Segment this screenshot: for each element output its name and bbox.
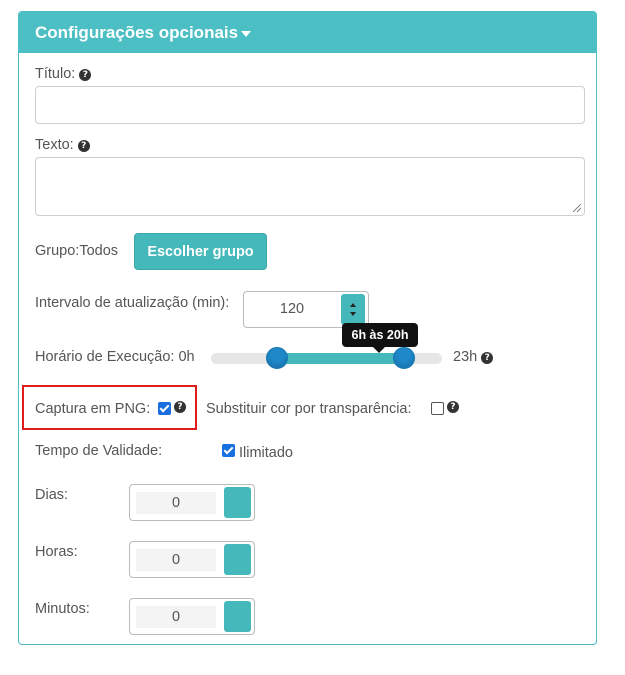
choose-group-button[interactable]: Escolher grupo [134, 233, 267, 270]
text-textarea[interactable] [35, 157, 585, 216]
help-icon[interactable]: ? [447, 401, 459, 413]
help-icon[interactable]: ? [79, 69, 92, 81]
days-label: Dias: [35, 487, 69, 503]
update-interval-value: 120 [279, 301, 305, 317]
update-interval-label: Intervalo de atualização (min): [35, 295, 230, 311]
caret-down-icon [241, 30, 252, 37]
decrement-icon[interactable] [350, 312, 356, 316]
panel-title: Configurações opcionais [35, 22, 239, 42]
help-icon[interactable]: ? [481, 352, 494, 364]
text-label: Texto: [35, 137, 74, 153]
schedule-end-handle[interactable] [392, 347, 415, 369]
minutes-value: 0 [171, 609, 181, 625]
png-capture-checkbox[interactable] [158, 402, 171, 415]
increment-icon[interactable] [350, 303, 356, 307]
title-label-row: Título: ? [35, 66, 92, 82]
unlimited-checkbox[interactable] [222, 444, 235, 457]
help-icon[interactable]: ? [174, 401, 186, 413]
schedule-max-label: 23h [453, 349, 478, 365]
hours-stepper[interactable] [224, 544, 251, 575]
title-input[interactable] [35, 86, 585, 124]
transparency-label: Substituir cor por transparência: [206, 401, 412, 417]
schedule-label: Horário de Execução: 0h [35, 349, 195, 365]
schedule-max-row: 23h ? [453, 349, 494, 365]
schedule-slider-range [276, 353, 404, 364]
hours-value: 0 [171, 552, 181, 568]
resize-handle-icon[interactable] [573, 204, 581, 212]
interval-stepper[interactable] [341, 294, 365, 325]
days-stepper[interactable] [224, 487, 251, 518]
schedule-tooltip: 6h às 20h [342, 323, 418, 347]
days-value: 0 [171, 495, 181, 511]
minutes-stepper[interactable] [224, 601, 251, 632]
schedule-start-handle[interactable] [265, 347, 288, 369]
png-capture-label: Captura em PNG: [35, 401, 151, 417]
validity-label: Tempo de Validade: [35, 443, 163, 459]
hours-label: Horas: [35, 544, 78, 560]
title-label: Título: [35, 66, 76, 82]
panel-header[interactable]: Configurações opcionais [19, 12, 596, 53]
help-icon[interactable]: ? [77, 140, 90, 152]
group-label: Grupo:Todos [35, 243, 119, 259]
unlimited-label: Ilimitado [239, 445, 293, 461]
minutes-label: Minutos: [35, 601, 90, 617]
transparency-checkbox[interactable] [431, 402, 444, 415]
tooltip-arrow [373, 347, 385, 353]
text-label-row: Texto: ? [35, 137, 90, 153]
